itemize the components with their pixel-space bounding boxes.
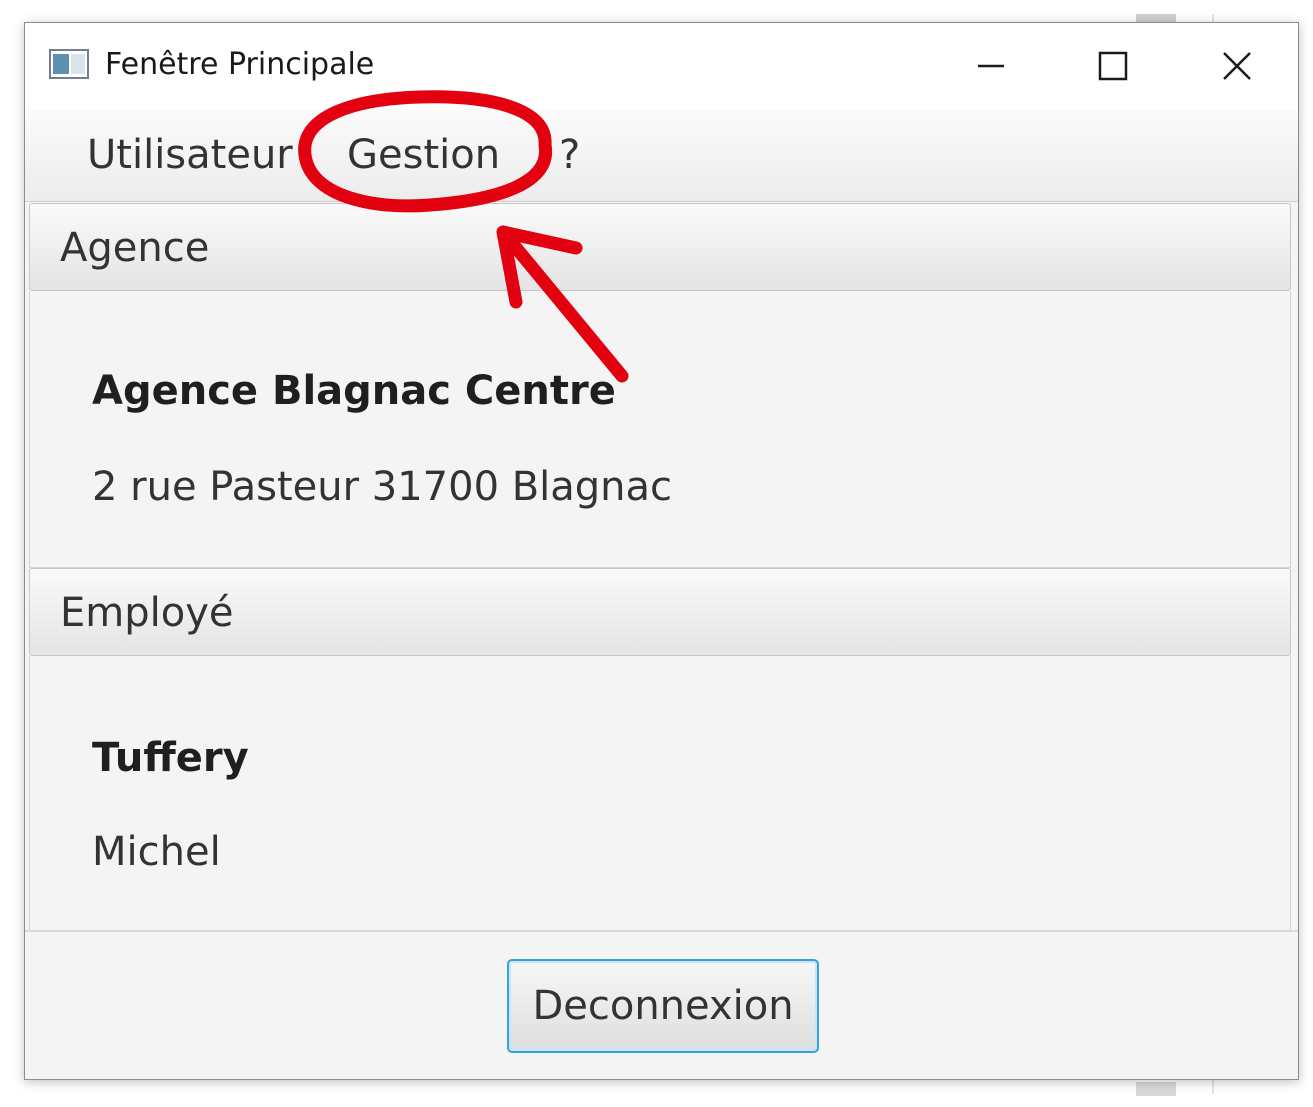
minimize-icon: [978, 64, 1004, 68]
agence-pane-title: Agence: [60, 225, 210, 271]
menu-help[interactable]: ?: [559, 131, 580, 179]
employe-pane-body: Tuffery Michel: [29, 656, 1291, 931]
menu-gestion[interactable]: Gestion: [347, 131, 500, 179]
maximize-icon: [1098, 51, 1128, 81]
employe-pane-header[interactable]: Employé: [29, 568, 1291, 656]
agence-pane-header[interactable]: Agence: [29, 203, 1291, 291]
employe-last-name: Tuffery: [92, 735, 249, 781]
app-window-icon: [49, 49, 89, 79]
background-app-strip-bottom: [1136, 1082, 1176, 1096]
minimize-button[interactable]: [959, 41, 1023, 91]
agence-address: 2 rue Pasteur 31700 Blagnac: [92, 464, 673, 510]
employe-pane-title: Employé: [60, 590, 234, 636]
close-button[interactable]: [1205, 41, 1269, 91]
title-bar[interactable]: Fenêtre Principale: [25, 23, 1298, 109]
logout-button[interactable]: Deconnexion: [507, 959, 819, 1053]
close-icon: [1223, 52, 1251, 80]
menu-utilisateur[interactable]: Utilisateur: [87, 131, 293, 179]
window-title: Fenêtre Principale: [105, 47, 375, 82]
menu-bar: Utilisateur Gestion ?: [25, 109, 1298, 202]
footer-divider: [25, 930, 1298, 932]
agence-name: Agence Blagnac Centre: [92, 368, 616, 414]
maximize-button[interactable]: [1081, 41, 1145, 91]
agence-pane-body: Agence Blagnac Centre 2 rue Pasteur 3170…: [29, 291, 1291, 568]
main-window: Fenêtre Principale Utilisateur Gestion ?…: [24, 22, 1299, 1080]
employe-first-name: Michel: [92, 829, 221, 875]
